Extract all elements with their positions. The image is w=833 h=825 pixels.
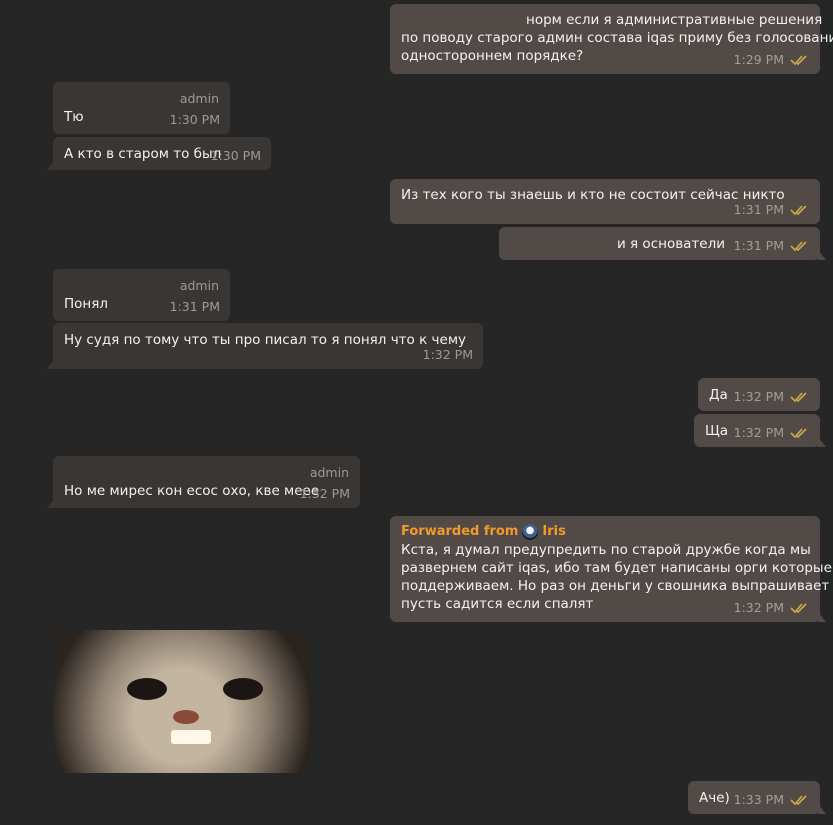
message-meta: 1:31 PM bbox=[734, 201, 810, 219]
forwarded-header[interactable]: Forwarded from Iris bbox=[401, 523, 809, 541]
sticker-eye bbox=[127, 678, 167, 700]
message-meta: 1:32 PM bbox=[734, 599, 810, 617]
sender-role-badge: admin bbox=[179, 91, 219, 106]
message-time: 1:32 PM bbox=[299, 486, 350, 501]
message-text: Кста, я думал предупредить по старой дру… bbox=[401, 542, 811, 558]
message-meta: 1:31 PM bbox=[734, 237, 810, 255]
message-text: и я основатели bbox=[616, 236, 725, 252]
sticker-teeth bbox=[171, 730, 211, 744]
message-text: Да bbox=[709, 387, 728, 403]
forwarded-label: Forwarded from bbox=[401, 524, 519, 539]
message-incoming[interactable]: admin Понял 1:31 PM bbox=[53, 269, 230, 321]
message-meta: 1:32 PM bbox=[423, 346, 473, 364]
message-text: развернем сайт iqas, ибо там будет напис… bbox=[401, 560, 833, 576]
message-text: поддерживаем. Но раз он деньги у свошник… bbox=[401, 578, 833, 594]
message-text: Но ме мирес кон есос охо, кве мееe bbox=[64, 483, 320, 499]
message-text: Ну судя по тому что ты про писал то я по… bbox=[64, 332, 466, 348]
message-outgoing[interactable]: Да 1:32 PM bbox=[698, 378, 820, 411]
message-text: Ща bbox=[705, 423, 729, 439]
double-check-icon bbox=[790, 241, 807, 252]
sticker-image[interactable] bbox=[53, 630, 309, 773]
message-time: 1:32 PM bbox=[422, 347, 473, 362]
double-check-icon bbox=[790, 603, 807, 614]
message-incoming[interactable]: А кто в старом то был 1:30 PM bbox=[47, 137, 271, 170]
sticker-eye bbox=[223, 678, 263, 700]
sender-role-badge: admin bbox=[179, 278, 219, 293]
message-outgoing[interactable]: Из тех кого ты знаешь и кто не состоит с… bbox=[390, 179, 820, 224]
message-text: Тю bbox=[64, 109, 84, 125]
message-meta: 1:32 PM bbox=[300, 485, 350, 503]
message-time: 1:32 PM bbox=[733, 600, 784, 615]
message-meta: 1:32 PM bbox=[734, 388, 810, 406]
chat-area: норм если я административные решения по … bbox=[0, 0, 833, 825]
message-incoming[interactable]: admin Тю 1:30 PM bbox=[53, 82, 230, 134]
message-text: Понял bbox=[64, 296, 108, 312]
message-text: Аче) bbox=[699, 790, 730, 806]
message-meta: 1:32 PM bbox=[734, 424, 810, 442]
message-meta: 1:30 PM bbox=[211, 147, 261, 165]
message-time: 1:29 PM bbox=[733, 52, 784, 67]
message-outgoing[interactable]: и я основатели 1:31 PM bbox=[499, 227, 826, 260]
double-check-icon bbox=[790, 205, 807, 216]
double-check-icon bbox=[790, 392, 807, 403]
message-outgoing[interactable]: норм если я административные решения по … bbox=[390, 4, 833, 74]
sticker-nose bbox=[173, 710, 199, 724]
message-meta: 1:30 PM bbox=[170, 111, 220, 129]
message-meta: 1:31 PM bbox=[170, 298, 220, 316]
message-text: по поводу старого админ состава iqas при… bbox=[401, 30, 833, 46]
message-forwarded[interactable]: Forwarded from Iris Кста, я думал предуп… bbox=[390, 516, 833, 622]
message-outgoing[interactable]: Ща 1:32 PM bbox=[694, 414, 826, 447]
message-time: 1:31 PM bbox=[733, 202, 784, 217]
message-incoming[interactable]: admin Но ме мирес кон есос охо, кве мееe… bbox=[47, 456, 360, 508]
sender-role-badge: admin bbox=[309, 465, 349, 480]
message-time: 1:30 PM bbox=[169, 112, 220, 127]
avatar-icon bbox=[522, 524, 539, 540]
message-time: 1:31 PM bbox=[733, 238, 784, 253]
forwarded-name: Iris bbox=[542, 524, 566, 539]
message-outgoing[interactable]: Аче) 1:33 PM bbox=[688, 781, 826, 814]
double-check-icon bbox=[790, 795, 807, 806]
double-check-icon bbox=[790, 428, 807, 439]
double-check-icon bbox=[790, 55, 807, 66]
message-meta: 1:29 PM bbox=[734, 51, 810, 69]
message-text: норм если я административные решения bbox=[526, 12, 823, 28]
message-text: Из тех кого ты знаешь и кто не состоит с… bbox=[401, 187, 785, 203]
message-time: 1:32 PM bbox=[733, 389, 784, 404]
message-time: 1:32 PM bbox=[733, 425, 784, 440]
message-incoming[interactable]: Ну судя по тому что ты про писал то я по… bbox=[47, 323, 483, 369]
message-meta: 1:33 PM bbox=[734, 791, 810, 809]
message-text: А кто в старом то был bbox=[64, 146, 222, 162]
message-time: 1:33 PM bbox=[733, 792, 784, 807]
message-time: 1:30 PM bbox=[210, 148, 261, 163]
message-time: 1:31 PM bbox=[169, 299, 220, 314]
